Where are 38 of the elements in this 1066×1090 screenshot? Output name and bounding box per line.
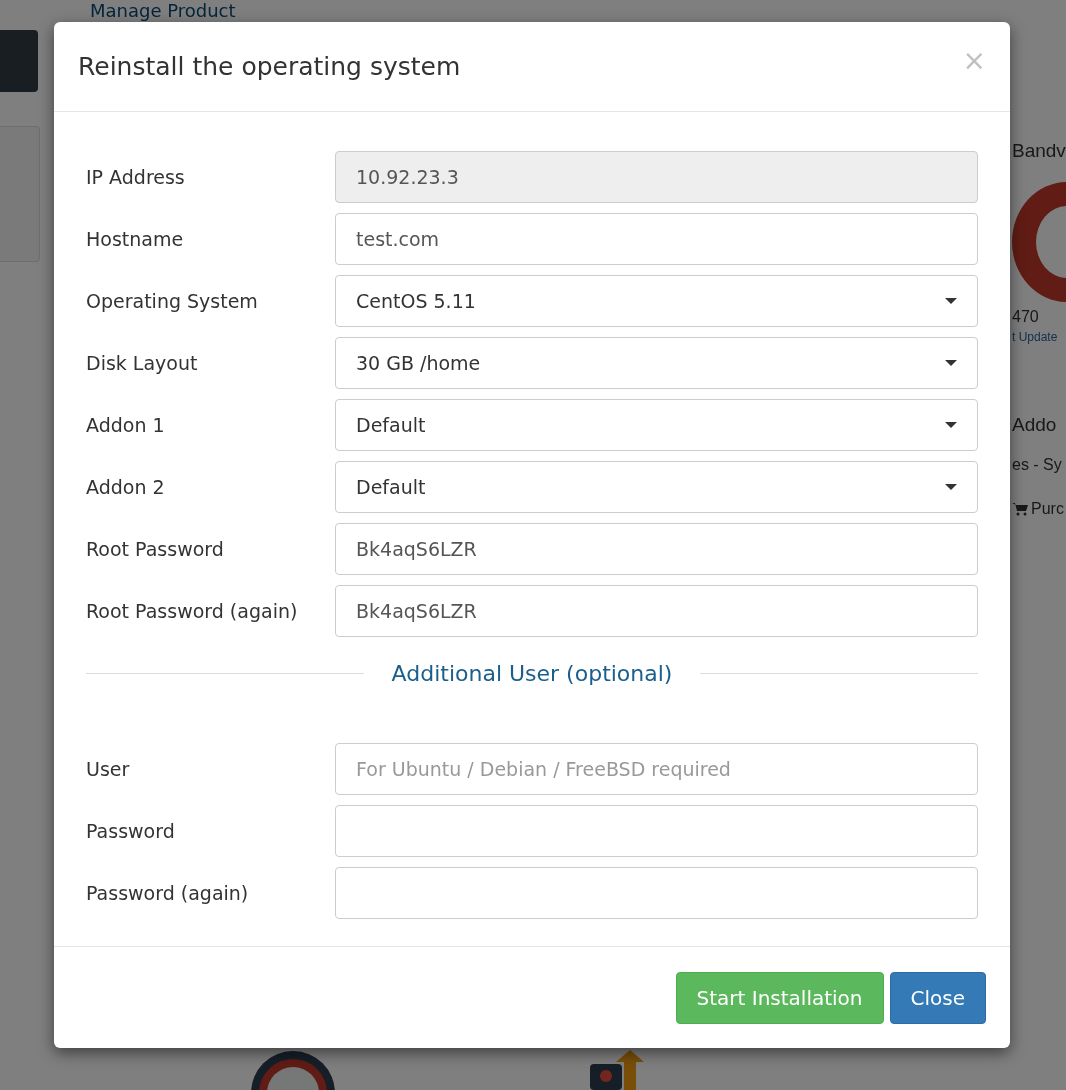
- caret-icon: [945, 298, 957, 304]
- input-field[interactable]: For Ubuntu / Debian / FreeBSD required: [335, 743, 978, 795]
- sidebar-button[interactable]: [0, 30, 38, 92]
- caret-icon: [945, 422, 957, 428]
- panel-text: Addo: [1012, 414, 1058, 436]
- input-field[interactable]: [335, 805, 978, 857]
- panel-text: Purc: [1012, 500, 1066, 518]
- field-label: Password: [86, 820, 176, 842]
- field-label: User: [86, 758, 131, 780]
- caret-icon: [945, 360, 957, 366]
- input-field[interactable]: test.com: [335, 213, 978, 265]
- input-field[interactable]: Bk4aqS6LZR: [335, 585, 978, 637]
- dropdown[interactable]: CentOS 5.11: [335, 275, 978, 327]
- field-label: Addon 2: [86, 476, 166, 498]
- caret-icon: [945, 484, 957, 490]
- page-title: Manage Product: [90, 0, 236, 21]
- gauge-icon: [248, 1048, 338, 1090]
- input-field[interactable]: [335, 867, 978, 919]
- close-button[interactable]: Close: [889, 971, 986, 1024]
- panel-text: 470: [1012, 308, 1040, 326]
- cart-icon: [1012, 502, 1028, 516]
- dropdown[interactable]: Default: [335, 461, 978, 513]
- field-label: Root Password: [86, 538, 225, 560]
- field-label: IP Address: [86, 166, 186, 188]
- field-label: Root Password (again): [86, 600, 299, 622]
- input-field[interactable]: Bk4aqS6LZR: [335, 523, 978, 575]
- field-label: Hostname: [86, 228, 185, 250]
- dropdown[interactable]: Default: [335, 399, 978, 451]
- modal-title: Reinstall the operating system: [78, 52, 461, 81]
- field-label: Disk Layout: [86, 352, 199, 374]
- section-title: Additional User (optional): [391, 660, 673, 686]
- panel-text: Bandv: [1012, 140, 1066, 162]
- panel-text: es - Sy: [1012, 456, 1063, 474]
- dropdown[interactable]: 30 GB /home: [335, 337, 978, 389]
- input-field[interactable]: 10.92.23.3: [335, 151, 978, 203]
- field-label: Addon 1: [86, 414, 166, 436]
- field-label: Password (again): [86, 882, 250, 904]
- field-label: Operating System: [86, 290, 259, 312]
